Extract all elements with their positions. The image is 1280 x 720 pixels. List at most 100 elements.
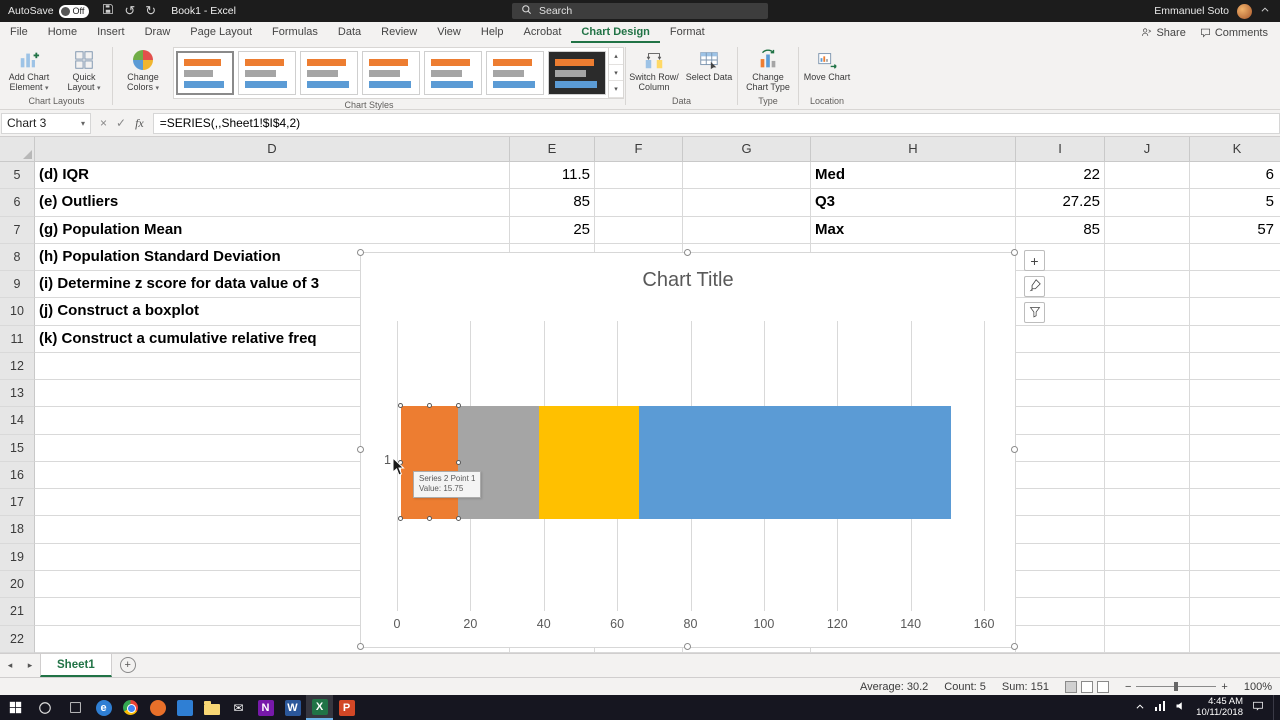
chart-style-thumbnail-5[interactable]	[424, 51, 482, 95]
taskbar-clock[interactable]: 4:45 AM 10/11/2018	[1196, 696, 1243, 719]
cell-J10[interactable]	[1105, 298, 1190, 326]
cell-K19[interactable]	[1190, 544, 1280, 571]
cell-J20[interactable]	[1105, 570, 1190, 599]
ribbon-options-icon[interactable]	[1260, 5, 1270, 18]
comments-button[interactable]: Comments	[1200, 27, 1268, 39]
redo-icon[interactable]: ↻	[140, 0, 161, 22]
cell-J13[interactable]	[1105, 380, 1190, 408]
row-header-7[interactable]: 7	[0, 216, 35, 244]
row-header-21[interactable]: 21	[0, 598, 35, 626]
cell-J18[interactable]	[1105, 516, 1190, 544]
cell-G7[interactable]	[683, 216, 811, 244]
tab-acrobat[interactable]: Acrobat	[514, 22, 572, 43]
chart-resize-handle[interactable]	[684, 249, 691, 256]
cell-D5[interactable]: (d) IQR	[35, 162, 510, 190]
row-header-10[interactable]: 10	[0, 298, 35, 326]
save-icon[interactable]	[97, 0, 119, 22]
cell-I6[interactable]: 27.25	[1016, 189, 1105, 217]
show-desktop-button[interactable]	[1273, 695, 1278, 720]
cell-I22[interactable]	[1016, 625, 1105, 653]
chart-resize-handle[interactable]	[357, 249, 364, 256]
column-header-d[interactable]: D	[35, 137, 510, 162]
cell-K22[interactable]	[1190, 626, 1280, 653]
action-center-icon[interactable]	[1252, 699, 1264, 717]
cell-K13[interactable]	[1190, 380, 1280, 408]
change-colors-button[interactable]: Change Colors ▾	[114, 45, 172, 95]
chart-style-thumbnail-3[interactable]	[300, 51, 358, 95]
selection-handle[interactable]	[427, 516, 433, 521]
cell-K18[interactable]	[1190, 516, 1280, 544]
cell-E5[interactable]: 11.5	[510, 162, 595, 190]
cortana-search-button[interactable]	[30, 695, 60, 720]
column-header-h[interactable]: H	[811, 137, 1016, 162]
taskbar-mail-icon[interactable]: ✉	[225, 695, 252, 720]
undo-icon[interactable]: ↺	[119, 0, 140, 22]
bar-segment-series-5[interactable]	[639, 406, 951, 519]
select-data-button[interactable]: Select Data	[682, 45, 736, 84]
row-header-14[interactable]: 14	[0, 407, 35, 435]
tray-expand-icon[interactable]	[1135, 699, 1145, 717]
chart-filters-button[interactable]	[1024, 302, 1045, 323]
cell-J17[interactable]	[1105, 489, 1190, 517]
tab-file[interactable]: File	[0, 22, 38, 43]
cell-G6[interactable]	[683, 189, 811, 217]
selection-handle[interactable]	[455, 516, 461, 521]
cell-K6[interactable]: 5	[1190, 189, 1280, 217]
chart-resize-handle[interactable]	[1011, 446, 1018, 453]
plot-area[interactable]: 1 0 20 40 60 80 100 120 140 160 Series 2 Point 1…	[384, 321, 994, 631]
volume-icon[interactable]	[1175, 699, 1187, 717]
cell-I17[interactable]	[1016, 489, 1105, 517]
cell-I12[interactable]	[1016, 352, 1105, 381]
chart-resize-handle[interactable]	[357, 643, 364, 650]
cell-I16[interactable]	[1016, 461, 1105, 490]
change-chart-type-button[interactable]: Change Chart Type	[739, 45, 797, 94]
cell-I7[interactable]: 85	[1016, 216, 1105, 244]
cell-E6[interactable]: 85	[510, 189, 595, 217]
add-chart-element-button[interactable]: Add Chart Element ▾	[2, 45, 56, 95]
cancel-icon[interactable]: ×	[100, 116, 107, 130]
page-layout-view-icon[interactable]	[1080, 680, 1093, 693]
cell-J6[interactable]	[1105, 189, 1190, 217]
row-header-9[interactable]: 9	[0, 271, 35, 299]
name-box-dropdown-icon[interactable]: ▾	[81, 119, 85, 128]
bar-segment-series-3[interactable]	[458, 406, 540, 519]
chart-style-thumbnail-7[interactable]	[548, 51, 606, 95]
tab-format[interactable]: Format	[660, 22, 715, 43]
cell-J9[interactable]	[1105, 271, 1190, 299]
column-header-e[interactable]: E	[510, 137, 595, 162]
cell-K16[interactable]	[1190, 462, 1280, 490]
cell-I13[interactable]	[1016, 380, 1105, 408]
taskbar-firefox-icon[interactable]	[144, 695, 171, 720]
row-header-16[interactable]: 16	[0, 461, 35, 490]
cell-K17[interactable]	[1190, 489, 1280, 517]
cell-K15[interactable]	[1190, 435, 1280, 462]
cell-K11[interactable]	[1190, 326, 1280, 353]
name-box[interactable]: Chart 3 ▾	[1, 112, 91, 134]
cell-K12[interactable]	[1190, 353, 1280, 381]
tab-home[interactable]: Home	[38, 22, 87, 43]
cell-K8[interactable]	[1190, 244, 1280, 272]
column-header-j[interactable]: J	[1105, 137, 1190, 162]
row-header-11[interactable]: 11	[0, 325, 35, 353]
row-header-22[interactable]: 22	[0, 625, 35, 653]
cell-H6[interactable]: Q3	[811, 189, 1016, 217]
cell-J7[interactable]	[1105, 216, 1190, 244]
cell-D6[interactable]: (e) Outliers	[35, 189, 510, 217]
chart-style-thumbnail-2[interactable]	[238, 51, 296, 95]
chart-resize-handle[interactable]	[1011, 643, 1018, 650]
move-chart-button[interactable]: Move Chart	[800, 45, 854, 84]
row-header-12[interactable]: 12	[0, 352, 35, 381]
cell-K20[interactable]	[1190, 571, 1280, 599]
row-header-17[interactable]: 17	[0, 489, 35, 517]
chart-resize-handle[interactable]	[1011, 249, 1018, 256]
tab-review[interactable]: Review	[371, 22, 427, 43]
cell-J15[interactable]	[1105, 434, 1190, 462]
cell-D7[interactable]: (g) Population Mean	[35, 216, 510, 244]
sheet-nav-left-icon[interactable]: ◂	[0, 654, 20, 677]
taskbar-powerpoint-icon[interactable]: P	[333, 695, 360, 720]
cell-J19[interactable]	[1105, 543, 1190, 571]
switch-row-column-button[interactable]: Switch Row/ Column	[627, 45, 681, 94]
user-name[interactable]: Emmanuel Soto	[1154, 5, 1229, 17]
selection-handle[interactable]	[398, 516, 404, 521]
cell-J8[interactable]	[1105, 243, 1190, 272]
